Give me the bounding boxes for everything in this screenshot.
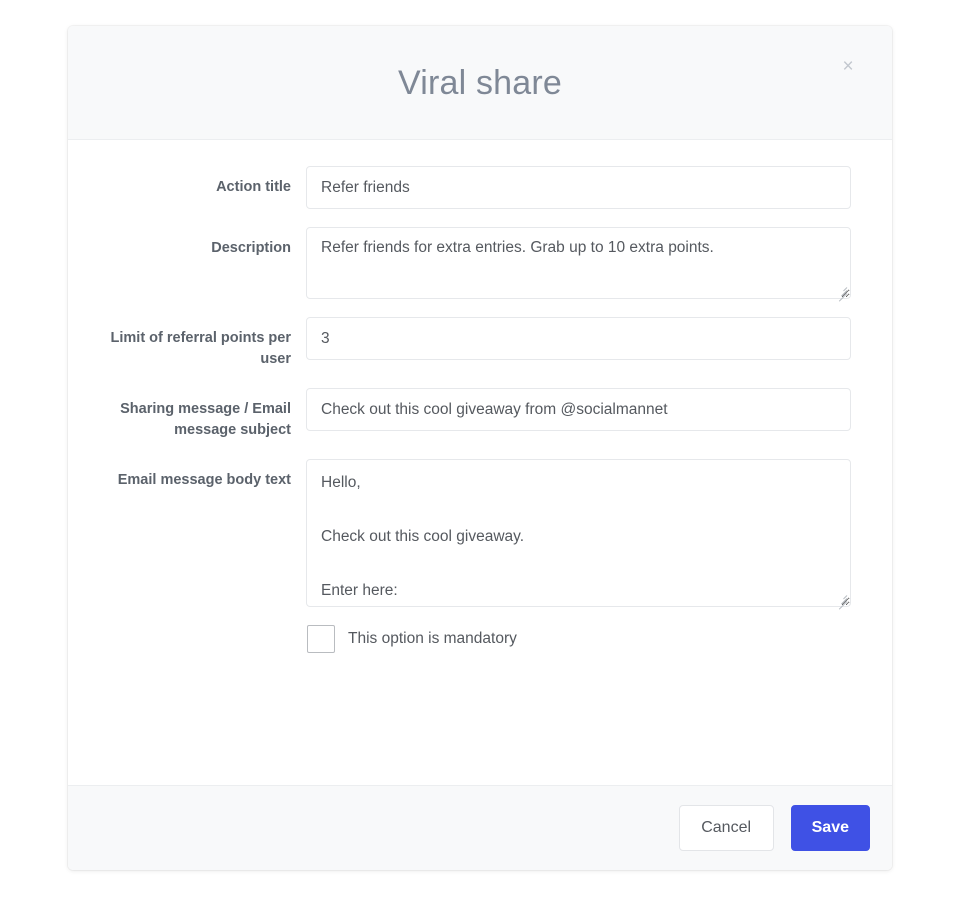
cancel-button[interactable]: Cancel — [679, 805, 774, 851]
description-textarea[interactable]: Refer friends for extra entries. Grab up… — [306, 227, 851, 299]
field-row-email-body: Email message body text Hello, Check out… — [109, 459, 851, 607]
control-wrap-action-title — [306, 166, 851, 209]
label-action-title: Action title — [109, 166, 306, 198]
email-body-textarea[interactable]: Hello, Check out this cool giveaway. Ent… — [306, 459, 851, 607]
label-email-body: Email message body text — [109, 459, 306, 491]
sharing-message-input[interactable] — [306, 388, 851, 431]
close-icon[interactable]: × — [837, 55, 859, 77]
field-row-sharing-message: Sharing message / Email message subject — [109, 388, 851, 441]
viral-share-modal: Viral share × Action title Description R… — [68, 26, 892, 870]
modal-body: Action title Description Refer friends f… — [68, 140, 892, 785]
mandatory-checkbox-label[interactable]: This option is mandatory — [348, 630, 517, 648]
control-wrap-description: Refer friends for extra entries. Grab up… — [306, 227, 851, 299]
modal-footer: Cancel Save — [68, 785, 892, 870]
label-description: Description — [109, 227, 306, 259]
referral-limit-input[interactable] — [306, 317, 851, 360]
field-row-action-title: Action title — [109, 166, 851, 209]
mandatory-checkbox[interactable] — [307, 625, 335, 653]
page-title: Viral share — [398, 66, 562, 100]
page-background: Viral share × Action title Description R… — [0, 0, 960, 897]
mandatory-checkbox-row: This option is mandatory — [306, 625, 851, 653]
control-wrap-email-body: Hello, Check out this cool giveaway. Ent… — [306, 459, 851, 607]
label-sharing-message: Sharing message / Email message subject — [109, 388, 306, 441]
modal-header: Viral share × — [68, 26, 892, 140]
control-wrap-referral-limit — [306, 317, 851, 360]
label-referral-limit: Limit of referral points per user — [109, 317, 306, 370]
save-button[interactable]: Save — [791, 805, 870, 851]
control-wrap-sharing-message — [306, 388, 851, 431]
field-row-description: Description Refer friends for extra entr… — [109, 227, 851, 299]
field-row-referral-limit: Limit of referral points per user — [109, 317, 851, 370]
action-title-input[interactable] — [306, 166, 851, 209]
